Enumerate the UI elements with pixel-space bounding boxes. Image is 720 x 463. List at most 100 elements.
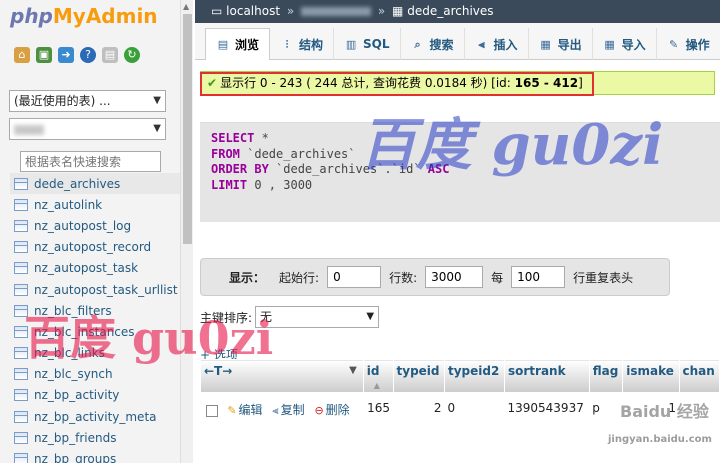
documentation-icon[interactable]: ▤ <box>102 47 118 63</box>
scroll-up-icon[interactable]: ▲ <box>183 2 189 11</box>
chevron-down-icon: ▼ <box>153 123 161 134</box>
cell-sortrank[interactable]: 1390543937 <box>504 392 590 463</box>
table-item[interactable]: nz_bp_activity <box>10 385 180 406</box>
table-item-label[interactable]: nz_autolink <box>34 198 102 212</box>
table-item-label[interactable]: nz_bp_activity <box>34 388 119 402</box>
reload-icon[interactable]: ↻ <box>124 47 140 63</box>
table-item-label[interactable]: nz_blc_synch <box>34 367 113 381</box>
table-item[interactable]: nz_blc_instances <box>10 321 180 342</box>
home-icon[interactable]: ⌂ <box>14 47 30 63</box>
table-icon[interactable] <box>14 453 28 463</box>
table-item[interactable]: nz_autopost_log <box>10 215 180 236</box>
tab-export[interactable]: ▦ 导出 <box>529 28 593 60</box>
table-icon[interactable] <box>14 283 28 296</box>
table-item-label[interactable]: dede_archives <box>34 177 120 191</box>
start-row-input[interactable] <box>327 266 382 288</box>
table-icon[interactable] <box>14 177 28 190</box>
sql-query-box: SELECT * FROM `dede_archives` ORDER BY `… <box>200 122 720 222</box>
table-item[interactable]: nz_bp_groups <box>10 448 180 463</box>
tab-insert[interactable]: ⫷ 插入 <box>465 28 529 60</box>
table-item-label[interactable]: nz_bp_friends <box>34 431 117 445</box>
scrollbar-thumb[interactable] <box>183 14 192 244</box>
phpmyadmin-logo[interactable]: phpMyAdmin <box>10 4 158 28</box>
table-item-label[interactable]: nz_blc_instances <box>34 325 135 339</box>
table-item-label[interactable]: nz_bp_groups <box>34 452 116 463</box>
tab-operations[interactable]: ✎ 操作 <box>657 28 720 60</box>
column-header-ismake[interactable]: ismake <box>622 359 680 393</box>
table-icon[interactable] <box>14 431 28 444</box>
chevron-down-icon[interactable]: ▼ <box>349 365 357 376</box>
table-icon[interactable] <box>14 410 28 423</box>
cell-ismake[interactable]: 1 <box>622 392 679 463</box>
table-item[interactable]: nz_autopost_task_urllist <box>10 279 180 300</box>
cell-channel[interactable] <box>679 392 720 463</box>
table-icon[interactable] <box>14 241 28 254</box>
table-filter-input[interactable] <box>20 151 161 172</box>
table-item[interactable]: nz_autopost_task <box>10 258 180 279</box>
table-icon[interactable] <box>14 325 28 338</box>
tab-sql[interactable]: ▥ SQL <box>334 28 401 60</box>
copy-action[interactable]: ⫷ 复制 <box>272 403 304 417</box>
database-select[interactable]: ▼ <box>9 118 166 140</box>
table-item[interactable]: nz_bp_friends <box>10 427 180 448</box>
column-header-channel[interactable]: chan <box>678 359 720 393</box>
table-item-label[interactable]: nz_autopost_task <box>34 261 138 275</box>
tab-search[interactable]: ⌕ 搜索 <box>401 28 465 60</box>
table-item[interactable]: nz_bp_activity_meta <box>10 406 180 427</box>
table-item-label[interactable]: nz_blc_filters <box>34 304 112 318</box>
delete-action[interactable]: ⊖ 删除 <box>314 403 349 417</box>
table-item-label[interactable]: nz_autopost_log <box>34 219 131 233</box>
table-icon[interactable] <box>14 389 28 402</box>
column-header-sortrank[interactable]: sortrank <box>503 359 590 393</box>
repeat-header-input[interactable] <box>511 266 566 288</box>
column-arrows-header[interactable]: ←T→ ▼ <box>200 359 364 393</box>
sql-from-table: `dede_archives` <box>239 146 356 161</box>
table-icon[interactable] <box>14 368 28 381</box>
breadcrumb-server[interactable]: localhost <box>226 4 280 18</box>
table-icon[interactable] <box>14 304 28 317</box>
query-window-icon[interactable]: ➜ <box>58 47 74 63</box>
sql-order-dot: . <box>384 162 392 176</box>
column-label: ismake <box>626 364 674 378</box>
table-item[interactable]: nz_blc_filters <box>10 300 180 321</box>
wrench-icon: ✎ <box>668 37 679 51</box>
table-item-label[interactable]: nz_autopost_task_urllist <box>34 283 178 297</box>
table-item[interactable]: nz_autopost_record <box>10 237 180 258</box>
row-checkbox[interactable] <box>205 404 218 417</box>
row-count-input[interactable] <box>425 266 484 288</box>
table-icon[interactable] <box>14 347 28 360</box>
cell-id[interactable]: 165 <box>363 392 394 463</box>
help-icon[interactable]: ? <box>80 47 96 63</box>
browse-icon: ▤ <box>217 38 229 51</box>
cell-typeid[interactable]: 2 <box>393 392 445 463</box>
edit-action[interactable]: ✎ 编辑 <box>227 403 262 417</box>
breadcrumb-table[interactable]: dede_archives <box>407 4 493 18</box>
sort-by-key-select[interactable]: 无 ▼ <box>255 306 380 328</box>
table-icon[interactable] <box>14 198 28 211</box>
sort-by-key-value: 无 <box>260 310 273 324</box>
display-label: 显示： <box>229 270 266 285</box>
table-item[interactable]: dede_archives <box>10 173 180 195</box>
table-item[interactable]: nz_blc_synch <box>10 364 180 385</box>
cell-typeid2[interactable]: 0 <box>444 392 505 463</box>
table-item[interactable]: nz_blc_links <box>10 343 180 364</box>
table-item-label[interactable]: nz_autopost_record <box>34 240 151 254</box>
tab-import[interactable]: ▦ 导入 <box>593 28 657 60</box>
tab-browse[interactable]: ▤ 浏览 <box>205 28 271 60</box>
table-icon[interactable] <box>14 262 28 275</box>
highlight-annotation-box <box>200 72 594 96</box>
recent-tables-select[interactable]: (最近使用的表) ... ▼ <box>9 90 166 112</box>
column-header-id[interactable]: id ▲ <box>362 359 394 393</box>
table-item[interactable]: nz_autolink <box>10 194 180 215</box>
table-item-label[interactable]: nz_blc_links <box>34 346 105 360</box>
cell-flag[interactable]: p <box>589 392 623 463</box>
table-icon[interactable] <box>14 219 28 232</box>
column-header-typeid[interactable]: typeid <box>392 359 445 393</box>
column-header-typeid2[interactable]: typeid2 <box>443 359 505 393</box>
breadcrumb-database-redacted[interactable] <box>301 7 372 16</box>
logout-icon[interactable]: ▣ <box>36 47 52 63</box>
sidebar-scrollbar[interactable]: ▲ <box>180 0 193 463</box>
column-header-flag[interactable]: flag <box>588 359 624 393</box>
tab-structure[interactable]: ⫶ 结构 <box>270 28 335 60</box>
table-item-label[interactable]: nz_bp_activity_meta <box>34 410 157 424</box>
